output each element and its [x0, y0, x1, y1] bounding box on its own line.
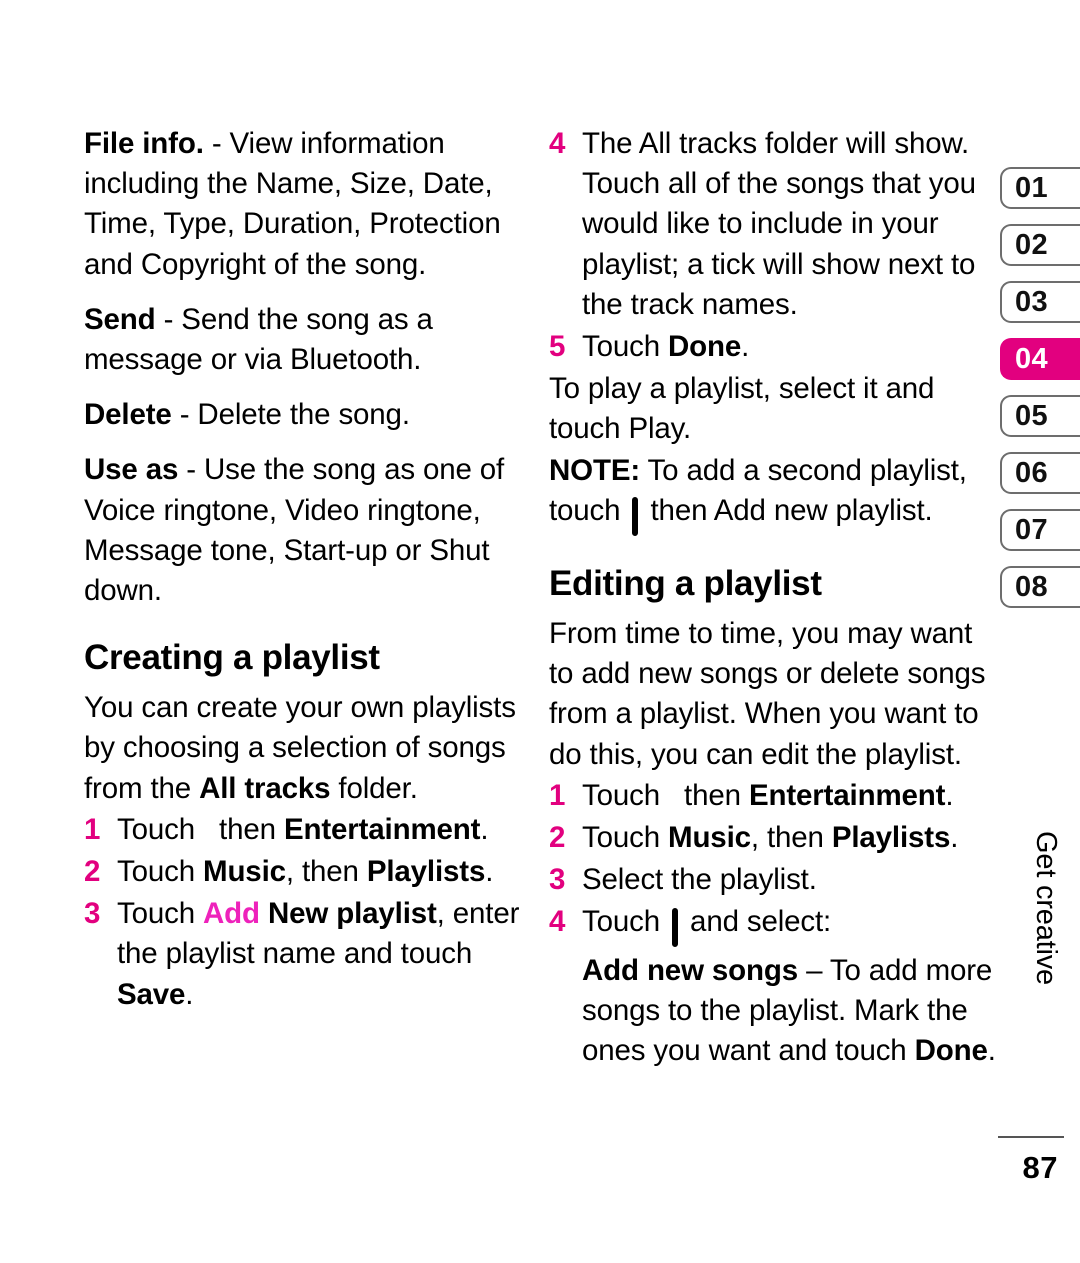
step-text: , then	[285, 855, 367, 889]
step-text: Touch	[582, 778, 669, 812]
step-text: and select:	[682, 905, 832, 939]
chapter-tab-05[interactable]: 05	[1000, 395, 1080, 437]
chapter-tab-label: 03	[1015, 285, 1049, 318]
chapter-tab-label: 07	[1015, 513, 1049, 546]
options-menu-icon[interactable]	[632, 496, 639, 537]
editing-playlist-heading: Editing a playlist	[549, 564, 822, 604]
done-label: Done	[668, 330, 742, 364]
step-emphasis: Music	[203, 855, 286, 889]
add-new-songs-done: Done	[914, 1034, 988, 1068]
step-number: 3	[84, 897, 101, 931]
chapter-tab-01[interactable]: 01	[1000, 167, 1080, 209]
step-item: 1 Touch then Entertainment.	[84, 810, 534, 872]
play-playlist-note: To play a playlist, select it and touch …	[549, 372, 935, 446]
delete-body: - Delete the song.	[171, 398, 410, 432]
editing-playlist-steps: 1 Touch then Entertainment. 2 Touch Music, …	[549, 776, 999, 949]
chapter-tab-label: 01	[1015, 171, 1049, 204]
add-new-songs-term: Add new songs	[582, 953, 799, 987]
step-text: .	[945, 778, 954, 812]
step-number: 2	[549, 821, 566, 855]
chapter-label: Get creative	[1030, 831, 1062, 985]
step-emphasis: Entertainment	[283, 812, 481, 846]
note-label: NOTE:	[549, 453, 641, 487]
step-number: 1	[549, 778, 566, 812]
chapter-tab-label: 08	[1015, 570, 1049, 603]
step-number: 2	[84, 855, 101, 889]
step-text: , then	[750, 821, 832, 855]
step-emphasis: New playlist	[259, 897, 437, 931]
step-highlight: Add	[203, 897, 260, 931]
step-text: Touch	[582, 821, 669, 855]
step-number: 5	[549, 330, 566, 364]
use-as-term: Use as	[84, 453, 179, 487]
step-emphasis: Entertainment	[748, 778, 946, 812]
manual-page: File info. - View information including …	[0, 0, 1080, 1263]
delete-term: Delete	[84, 398, 172, 432]
step-item: 4 Touch and select:	[549, 902, 999, 948]
editing-intro: From time to time, you may want to add n…	[549, 617, 986, 771]
step-number: 1	[84, 812, 101, 846]
note-text-b: then Add new playlist.	[642, 493, 933, 527]
left-column: File info. - View information including …	[84, 124, 534, 1017]
chapter-tab-label: 02	[1015, 228, 1049, 261]
step-item: 3 Touch Add New playlist, enter the playl…	[84, 894, 534, 1015]
step-text: .	[950, 821, 959, 855]
step-text: Touch	[582, 905, 669, 939]
step-number: 4	[549, 905, 566, 939]
step-text: then	[676, 778, 749, 812]
send-term: Send	[84, 302, 156, 336]
add-new-songs-end: .	[987, 1034, 996, 1068]
step-text-a: Touch	[582, 330, 669, 364]
delete-entry: Delete - Delete the song.	[84, 395, 534, 435]
creating-intro-bold: All tracks	[199, 771, 331, 805]
creating-playlist-heading: Creating a playlist	[84, 638, 380, 678]
chapter-tab-04[interactable]: 04	[1000, 338, 1080, 380]
page-number: 87	[1022, 1150, 1058, 1185]
step-text: Touch	[117, 855, 204, 889]
note-block: NOTE: To add a second playlist, touch th…	[549, 451, 999, 537]
step-item: 5 Touch Done.	[549, 327, 999, 367]
step-text: .	[480, 812, 489, 846]
add-new-songs-entry: Add new songs – To add more songs to the…	[549, 951, 999, 1072]
step-text: Touch	[117, 897, 204, 931]
chapter-tab-label: 05	[1015, 399, 1049, 432]
creating-playlist-steps: 1 Touch then Entertainment. 2 Touch Music, …	[84, 810, 534, 1015]
send-entry: Send - Send the song as a message or via…	[84, 300, 534, 380]
step-item: 1 Touch then Entertainment.	[549, 776, 999, 838]
chapter-tab-03[interactable]: 03	[1000, 281, 1080, 323]
step-item: 2 Touch Music, then Playlists.	[549, 818, 999, 858]
chapter-tab-label: 06	[1015, 456, 1049, 489]
options-menu-icon[interactable]	[672, 908, 679, 948]
file-info-term: File info.	[84, 127, 204, 160]
chapter-tab-08[interactable]: 08	[1000, 566, 1080, 608]
creating-intro: You can create your own playlists by cho…	[84, 688, 534, 809]
step-text-b: .	[741, 330, 750, 364]
creating-intro-b: folder.	[330, 771, 418, 805]
step-item: 2 Touch Music, then Playlists.	[84, 852, 534, 892]
chapter-tab-07[interactable]: 07	[1000, 509, 1080, 551]
chapter-tab-06[interactable]: 06	[1000, 452, 1080, 494]
step-emphasis: Playlists	[831, 821, 951, 855]
use-as-entry: Use as - Use the song as one of Voice ri…	[84, 450, 534, 611]
step-text: Select the playlist.	[582, 863, 817, 897]
step-number: 3	[549, 863, 566, 897]
step-text: .	[485, 855, 494, 889]
chapter-tab-02[interactable]: 02	[1000, 224, 1080, 266]
chapter-tab-label: 04	[1015, 342, 1049, 375]
step-emphasis: Playlists	[366, 855, 486, 889]
step-text: The All tracks folder will show. Touch a…	[582, 127, 976, 321]
step-emphasis: Save	[117, 977, 186, 1011]
file-info-entry: File info. - View information including …	[84, 124, 534, 285]
step-item: 4 The All tracks folder will show. Touch …	[549, 124, 999, 325]
step-number: 4	[549, 127, 566, 160]
step-text: .	[185, 977, 194, 1011]
right-column: 4 The All tracks folder will show. Touch …	[549, 124, 999, 1072]
step-emphasis: Music	[668, 821, 751, 855]
chapter-tabs: 01 02 03 04 05 06 07 08	[1000, 167, 1080, 623]
step-text: then	[211, 812, 284, 846]
step-text: Touch	[117, 812, 204, 846]
step-item: 3 Select the playlist.	[549, 860, 999, 900]
folio-rule	[998, 1136, 1064, 1138]
